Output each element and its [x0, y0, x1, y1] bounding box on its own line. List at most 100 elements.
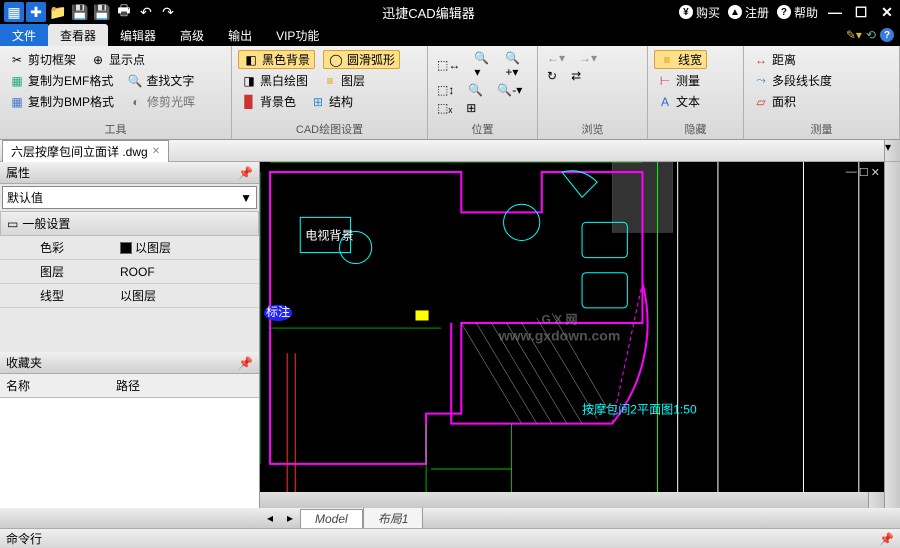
text-show-button[interactable]: A文本: [654, 92, 703, 111]
favorites-list[interactable]: [0, 398, 259, 508]
group-browse: 浏览: [544, 119, 641, 137]
main-area: 属性📌 默认值▼ ▭一般设置 色彩 以图层 图层 ROOF 线型 以图层 收藏夹…: [0, 162, 900, 508]
canvas-close-icon[interactable]: ✕: [871, 166, 880, 179]
trim-halo-button[interactable]: ◐修剪光晖: [125, 92, 198, 111]
h-scrollbar[interactable]: [260, 492, 868, 508]
title-bar: ▦ ✚ 📁 💾 💾 🖶 ↶ ↷ 迅捷CAD编辑器 ¥购买 ▲注册 ?帮助 — ☐…: [0, 0, 900, 24]
maximize-button[interactable]: ☐: [852, 3, 870, 21]
favorites-columns: 名称路径: [0, 374, 259, 398]
ribbon: ✂剪切框架 ⊕显示点 ▦复制为EMF格式 🔍查找文字 ▦复制为BMP格式 ◐修剪…: [0, 46, 900, 140]
properties-header: 属性📌: [0, 162, 259, 184]
menu-bar: 文件 查看器 编辑器 高级 输出 VIP功能 ✎▾ ⟲ ?: [0, 24, 900, 46]
nav-btn3[interactable]: ↻: [544, 68, 560, 84]
group-hide: 隐藏: [654, 119, 737, 137]
prop-color[interactable]: 色彩 以图层: [0, 236, 259, 260]
tab-editor[interactable]: 编辑器: [108, 24, 168, 46]
prop-linetype[interactable]: 线型 以图层: [0, 284, 259, 308]
pos-btn1[interactable]: ⬚↔: [434, 57, 463, 73]
group-pos: 位置: [434, 119, 531, 137]
linewidth-button[interactable]: ≡线宽: [654, 50, 707, 69]
tab-model[interactable]: Model: [300, 509, 363, 528]
v-scrollbar[interactable]: [884, 162, 900, 508]
polyline-len-button[interactable]: ⤳多段线长度: [750, 71, 835, 90]
general-section[interactable]: ▭一般设置: [0, 211, 259, 236]
color-swatch: [120, 242, 132, 254]
pin-icon-2[interactable]: 📌: [238, 356, 253, 370]
tab-next[interactable]: ▸: [280, 511, 300, 525]
tab-layout1[interactable]: 布局1: [363, 507, 424, 529]
cad-canvas[interactable]: — ☐ ✕: [260, 162, 884, 492]
pos-btn8[interactable]: ⊞: [463, 100, 479, 116]
canvas-max-icon[interactable]: ☐: [859, 166, 869, 179]
find-text-button[interactable]: 🔍查找文字: [124, 71, 197, 90]
group-cad: CAD绘图设置: [238, 119, 421, 137]
tab-file[interactable]: 文件: [0, 24, 48, 46]
help-icon[interactable]: ?: [880, 28, 894, 42]
app-title: 迅捷CAD编辑器: [178, 3, 679, 22]
nav-btn4[interactable]: ⇄: [568, 68, 584, 84]
group-measure: 测量: [750, 119, 893, 137]
pos-btn2[interactable]: 🔍▾: [471, 50, 494, 80]
help-button[interactable]: ?帮助: [777, 4, 818, 21]
layer-button[interactable]: ≡图层: [319, 71, 368, 90]
svg-text:标注: 标注: [266, 304, 290, 319]
copy-bmp-button[interactable]: ▦复制为BMP格式: [6, 92, 117, 111]
smooth-arc-button[interactable]: ◯圆滑弧形: [323, 50, 400, 69]
refresh-icon[interactable]: ⟲: [866, 28, 876, 42]
svg-text:按摩包间2平面图1:50: 按摩包间2平面图1:50: [582, 402, 697, 417]
save-icon[interactable]: 💾: [70, 2, 90, 22]
canvas-min-icon[interactable]: —: [846, 166, 857, 179]
close-tab-icon[interactable]: ✕: [152, 146, 160, 157]
cmdline-pin-icon[interactable]: 📌: [879, 532, 894, 546]
pos-btn7[interactable]: ⬚ₓ: [434, 100, 455, 116]
app-icon[interactable]: ▦: [4, 2, 24, 22]
measure-show-button[interactable]: ⊢测量: [654, 71, 703, 90]
layout-tabs: ◂ ▸ Model 布局1: [0, 508, 900, 528]
new-icon[interactable]: ✚: [26, 2, 46, 22]
pin-icon[interactable]: 📌: [238, 166, 253, 180]
bw-draw-button[interactable]: ◨黑白绘图: [238, 71, 311, 90]
register-button[interactable]: ▲注册: [728, 4, 769, 21]
distance-button[interactable]: ↔距离: [750, 50, 799, 69]
chevron-down-icon: ▼: [240, 191, 252, 205]
print-icon[interactable]: 🖶: [114, 2, 134, 22]
cad-drawing: 标注 按摩包间2平面图1:50 电视背景: [260, 162, 884, 492]
left-panel: 属性📌 默认值▼ ▭一般设置 色彩 以图层 图层 ROOF 线型 以图层 收藏夹…: [0, 162, 260, 508]
group-tools: 工具: [6, 119, 225, 137]
copy-emf-button[interactable]: ▦复制为EMF格式: [6, 71, 116, 90]
prop-layer[interactable]: 图层 ROOF: [0, 260, 259, 284]
file-tab[interactable]: 六层按摩包间立面详 .dwg✕: [2, 140, 169, 162]
buy-button[interactable]: ¥购买: [679, 4, 720, 21]
area-button[interactable]: ▱面积: [750, 92, 799, 111]
pos-btn5[interactable]: 🔍: [465, 82, 486, 98]
close-button[interactable]: ✕: [878, 3, 896, 21]
nav-back[interactable]: ←▾: [544, 50, 568, 66]
pos-btn4[interactable]: ⬚↕: [434, 82, 457, 98]
svg-text:电视背景: 电视背景: [305, 227, 353, 242]
black-bg-button[interactable]: ◧黑色背景: [238, 50, 315, 69]
saveas-icon[interactable]: 💾: [92, 2, 112, 22]
pos-btn6[interactable]: 🔍-▾: [494, 82, 525, 98]
command-line[interactable]: 命令行 📌: [0, 528, 900, 548]
scroll-corner: [868, 492, 884, 508]
default-dropdown[interactable]: 默认值▼: [2, 186, 257, 209]
tab-vip[interactable]: VIP功能: [264, 24, 331, 46]
tab-prev[interactable]: ◂: [260, 511, 280, 525]
open-icon[interactable]: 📁: [48, 2, 68, 22]
tab-advanced[interactable]: 高级: [168, 24, 216, 46]
favorites-header: 收藏夹📌: [0, 352, 259, 374]
collapse-icon: ▭: [7, 217, 18, 231]
tab-output[interactable]: 输出: [216, 24, 264, 46]
crop-frame-button[interactable]: ✂剪切框架: [6, 50, 79, 69]
pos-btn3[interactable]: 🔍+▾: [502, 50, 531, 80]
nav-fwd[interactable]: →▾: [576, 50, 600, 66]
tab-scroll[interactable]: ▾: [884, 140, 900, 161]
pencil-icon[interactable]: ✎▾: [846, 28, 862, 42]
show-point-button[interactable]: ⊕显示点: [87, 50, 148, 69]
minimize-button[interactable]: —: [826, 3, 844, 21]
redo-icon[interactable]: ↷: [158, 2, 178, 22]
undo-icon[interactable]: ↶: [136, 2, 156, 22]
tab-viewer[interactable]: 查看器: [48, 24, 108, 46]
bgcolor-button[interactable]: ▉背景色: [238, 92, 299, 111]
struct-button[interactable]: ⊞结构: [307, 92, 356, 111]
